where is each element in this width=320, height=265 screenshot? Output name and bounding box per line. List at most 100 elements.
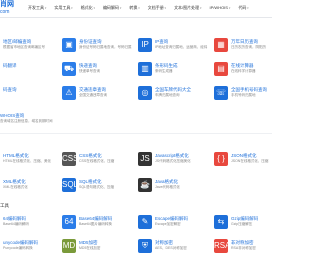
tool-glyph-icon: ◎ bbox=[141, 88, 149, 97]
tool-icon: ▤ bbox=[214, 62, 228, 76]
nav-item-4[interactable]: 转换 bbox=[129, 5, 139, 11]
tool-icon: RSA bbox=[214, 239, 231, 253]
tools-card-10[interactable]: ◎ 全国车牌代码大全 车牌归属地查询 bbox=[138, 86, 223, 112]
tool-desc: Base64图片编码转换 bbox=[79, 222, 112, 226]
tool-icon: ☏ bbox=[214, 86, 228, 100]
tools-card-5[interactable]: ⛟ 快递查询 快递单号查询 bbox=[62, 62, 147, 88]
tool-icon: ⇆ bbox=[214, 215, 228, 229]
tool-glyph-icon: ▦ bbox=[217, 40, 225, 49]
tool-icon: ◎ bbox=[138, 86, 152, 100]
tool-glyph-icon: { } bbox=[217, 154, 225, 163]
tools-card-6[interactable]: ▥ 条形码生成 条码生成器 bbox=[138, 62, 223, 88]
tool-icon: SQL bbox=[62, 178, 79, 192]
tools-card-11[interactable]: ☏ 全国手机号码查询 手机号码归属地 bbox=[214, 86, 299, 112]
format_tools-card-3[interactable]: { } JSON格式化 JSON在线格式化、压缩 bbox=[214, 152, 299, 178]
tool-glyph-icon: ⛨ bbox=[142, 241, 148, 250]
tool-icon: { } bbox=[214, 152, 228, 166]
divider bbox=[0, 133, 272, 134]
tool-glyph-icon: ☕ bbox=[140, 180, 150, 189]
whois-desc: 查询域名注册信息，域名到期时间 bbox=[0, 119, 53, 123]
tool-desc: Escape加密解密 bbox=[155, 222, 181, 226]
codec_tools-card-1[interactable]: 64 Base64编码解码 Base64图片编码转换 bbox=[62, 215, 147, 241]
tool-glyph-icon: JS bbox=[140, 154, 150, 163]
tool-title: 码翻译 bbox=[3, 63, 17, 68]
tool-desc: JS代码格式化压缩美化 bbox=[155, 159, 191, 163]
nav-item-0[interactable]: 开发工具 bbox=[28, 5, 46, 11]
tool-desc: 身份证号码归属地查询，号码归属 bbox=[79, 45, 132, 49]
tool-glyph-icon: SQL bbox=[62, 180, 79, 189]
tool-desc: AES、DES对称加密 bbox=[155, 246, 187, 250]
codec-section-title: 工具 bbox=[0, 203, 9, 208]
tool-glyph-icon: ▣ bbox=[65, 40, 73, 49]
codec_tools-card-7[interactable]: RSA 非对称加密 RSA非对称加密 bbox=[214, 239, 299, 265]
tool-desc: 车牌归属地查询 bbox=[155, 93, 180, 97]
tool-desc: IP地址查询归属地、运营商、经纬 bbox=[155, 45, 208, 49]
tool-desc: 根据省市地区查询邮编区号 bbox=[3, 45, 45, 49]
nav-item-8[interactable]: 代码 bbox=[238, 5, 248, 11]
tool-glyph-icon: RSA bbox=[214, 241, 231, 250]
tool-icon: ⛟ bbox=[62, 62, 76, 76]
tool-glyph-icon: IP bbox=[141, 40, 149, 49]
tool-title: 码查询 bbox=[3, 87, 17, 92]
codec_tools-card-2[interactable]: ✎ Escape编码解码 Escape加密解密 bbox=[138, 215, 223, 241]
tool-desc: XML在线格式化 bbox=[3, 185, 28, 189]
tool-glyph-icon: 64 bbox=[64, 217, 74, 226]
tool-desc: 手机号码归属地 bbox=[231, 93, 256, 97]
tool-icon: ▥ bbox=[138, 62, 152, 76]
tool-desc: RSA非对称加密 bbox=[231, 246, 256, 250]
top-nav: 肖网 com 开发工具 实用工具 格式化 编码解码 转换 文档手册 文本/图片处理 IP/WH… bbox=[0, 0, 272, 18]
format_tools-card-5[interactable]: SQL SQL格式化 SQL语句格式化、压缩 bbox=[62, 178, 147, 204]
tool-glyph-icon: ▤ bbox=[217, 64, 225, 73]
tool-desc: 快递单号查询 bbox=[79, 69, 100, 73]
tool-icon: JS bbox=[138, 152, 152, 166]
tool-desc: MD5在线加密 bbox=[79, 246, 101, 250]
tool-icon: MD bbox=[62, 239, 76, 253]
tools-card-7[interactable]: ▤ 在线计算器 在线科学计算器 bbox=[214, 62, 299, 88]
tools-card-2[interactable]: IP IP查询 IP地址查询归属地、运营商、经纬 bbox=[138, 38, 223, 64]
tool-desc: Java代码格式化 bbox=[155, 185, 180, 189]
tool-glyph-icon: MD bbox=[62, 241, 76, 250]
format_tools-card-2[interactable]: JS Javascript格式化 JS代码格式化压缩美化 bbox=[138, 152, 223, 178]
tool-icon: CSS bbox=[62, 152, 79, 166]
codec_tools-card-5[interactable]: MD MD5加密 MD5在线加密 bbox=[62, 239, 147, 265]
tool-icon: ▣ bbox=[62, 38, 76, 52]
nav-item-3[interactable]: 编码解码 bbox=[103, 5, 121, 11]
tool-icon: ▦ bbox=[214, 38, 228, 52]
nav-item-5[interactable]: 文档手册 bbox=[148, 5, 166, 11]
nav-item-1[interactable]: 实用工具 bbox=[54, 5, 72, 11]
tool-desc: 日历农历查询，阴阳历 bbox=[231, 45, 266, 49]
tool-glyph-icon: CSS bbox=[62, 154, 79, 163]
tool-desc: Gzip压缩解压 bbox=[231, 222, 253, 226]
codec_tools-card-6[interactable]: ⛨ 对称加密 AES、DES对称加密 bbox=[138, 239, 223, 265]
nav-item-2[interactable]: 格式化 bbox=[81, 5, 95, 11]
tool-desc: 条码生成器 bbox=[155, 69, 173, 73]
tool-icon: ✎ bbox=[138, 215, 152, 229]
tools-card-3[interactable]: ▦ 万年日历查询 日历农历查询，阴阳历 bbox=[214, 38, 299, 64]
tool-glyph-icon: ⇆ bbox=[217, 217, 225, 226]
tool-desc: CSS在线格式化、压缩 bbox=[79, 159, 115, 163]
tool-desc: 全国交通违章查询 bbox=[79, 93, 107, 97]
tools-card-1[interactable]: ▣ 身份证查询 身份证号码归属地查询，号码归属 bbox=[62, 38, 147, 64]
format_tools-card-1[interactable]: CSS CSS格式化 CSS在线格式化、压缩 bbox=[62, 152, 147, 178]
tools-card-9[interactable]: ⚠ 交通违章查询 全国交通违章查询 bbox=[62, 86, 147, 112]
format_tools-card-6[interactable]: ☕ Java格式化 Java代码格式化 bbox=[138, 178, 223, 204]
tool-icon: ☕ bbox=[138, 178, 152, 192]
tool-desc: JSON在线格式化、压缩 bbox=[231, 159, 269, 163]
nav-item-7[interactable]: IP/WHOIS bbox=[210, 5, 231, 11]
tool-icon: ⚠ bbox=[62, 86, 76, 100]
tool-desc: SQL语句格式化、压缩 bbox=[79, 185, 115, 189]
tool-desc: Punycode编码转换 bbox=[3, 246, 33, 250]
tool-desc: Base64编码解码 bbox=[3, 222, 29, 226]
logo-sub: com bbox=[0, 9, 10, 15]
tool-glyph-icon: ⛟ bbox=[63, 64, 75, 73]
tool-glyph-icon: ✎ bbox=[141, 217, 149, 226]
tool-icon: ⛨ bbox=[138, 239, 152, 253]
tool-glyph-icon: ⚠ bbox=[65, 88, 73, 97]
tool-desc: 在线科学计算器 bbox=[231, 69, 256, 73]
tool-icon: IP bbox=[138, 38, 152, 52]
tool-glyph-icon: ☏ bbox=[215, 88, 226, 97]
tool-desc: HTML在线格式化、压缩、美化 bbox=[3, 159, 52, 163]
codec_tools-card-3[interactable]: ⇆ Gzip编码解码 Gzip压缩解压 bbox=[214, 215, 299, 241]
site-logo[interactable]: 肖网 com bbox=[0, 1, 14, 16]
nav-item-6[interactable]: 文本/图片处理 bbox=[174, 5, 201, 11]
